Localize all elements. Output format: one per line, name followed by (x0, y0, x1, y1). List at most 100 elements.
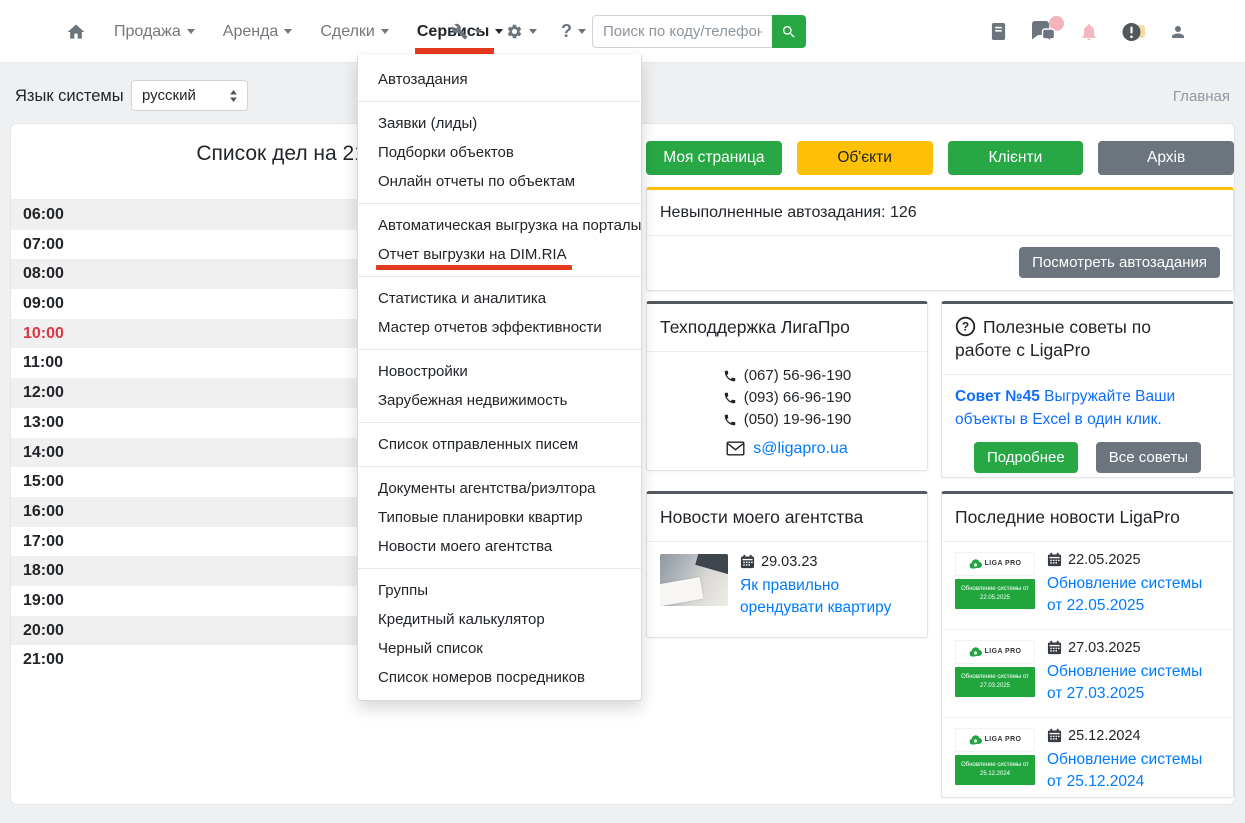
quick-button[interactable]: Об'єкти (797, 141, 933, 175)
services-menu-item[interactable]: Список номеров посредников (358, 663, 641, 692)
services-menu-item[interactable]: Черный список (358, 634, 641, 663)
news-date: 29.03.23 (761, 554, 817, 570)
language-select[interactable]: русский (131, 80, 248, 111)
nav-menu-item[interactable]: Аренда (223, 23, 293, 41)
language-label: Язык системы (15, 87, 124, 106)
news-date: 22.05.2025 (1068, 552, 1141, 568)
search-input[interactable] (592, 15, 772, 48)
caret-down-icon (284, 29, 292, 38)
notifications-button[interactable] (1079, 22, 1099, 42)
services-menu-item[interactable]: Заявки (лиды) (358, 109, 641, 138)
caret-down-icon (529, 29, 537, 38)
tips-title: ?Полезные советы по работе с LigaPro (942, 304, 1233, 375)
services-menu-item[interactable]: Статистика и аналитика (358, 284, 641, 313)
support-phone: (067) 56-96-190 (647, 365, 927, 387)
quick-buttons: Моя страница Об'єкти Клієнти Архів (646, 141, 1234, 175)
profile-button[interactable] (1169, 23, 1187, 41)
services-menu-item[interactable]: Мастер отчетов эффективности (358, 313, 641, 342)
view-autotasks-button[interactable]: Посмотреть автозадания (1019, 247, 1220, 278)
services-menu-item[interactable]: Группы (358, 576, 641, 605)
services-menu-item[interactable]: Новости моего агентства (358, 532, 641, 561)
services-menu-item[interactable]: Автозадания (358, 65, 641, 94)
nav-status-icons (990, 0, 1187, 63)
ligapro-news-panel: Последние новости LigaPro LIGA PRO Обнов… (941, 491, 1234, 798)
notebook-button[interactable] (990, 22, 1007, 41)
ligapro-news-items: LIGA PRO Обновление системы от22.05.2025… (942, 542, 1233, 798)
caret-down-icon (187, 29, 195, 38)
quick-button[interactable]: Моя страница (646, 141, 782, 175)
services-menu-item[interactable]: Список отправленных писем (358, 430, 641, 459)
tip-number: Совет №45 (955, 388, 1040, 405)
services-menu-item[interactable]: Новостройки (358, 357, 641, 386)
agency-news-title: Новости моего агентства (647, 494, 927, 542)
services-menu-item[interactable]: Подборки объектов (358, 138, 641, 167)
services-menu-item[interactable]: Отчет выгрузки на DIM.RIA (358, 240, 641, 269)
nav-menu-items: Продажа Аренда Сделки Сервисы (66, 0, 503, 63)
menu-divider (358, 568, 641, 569)
autotasks-header: Невыполненные автозадания: 126 (647, 190, 1233, 236)
help-menu-button[interactable]: ? (561, 21, 586, 42)
tip-text: Совет №45 Выгружайте Ваши объекты в Exce… (942, 375, 1233, 434)
news-link[interactable]: Як правильно орендувати квартиру (740, 575, 914, 620)
news-thumbnail[interactable]: LIGA PRO Обновление системы от25.12.2024 (955, 728, 1035, 794)
news-link[interactable]: Обновление системы от 27.03.2025 (1047, 661, 1220, 706)
right-column: Моя страница Об'єкти Клієнти Архів Невыполн… (646, 141, 1234, 798)
search-box (592, 15, 806, 48)
email-icon (726, 441, 745, 456)
support-panel: Техподдержка ЛигаПро (067) 56-96-190 (09… (646, 301, 928, 471)
menu-divider (358, 422, 641, 423)
news-link[interactable]: Обновление системы от 25.12.2024 (1047, 749, 1220, 794)
breadcrumb: Главная (1173, 88, 1230, 105)
support-email-link[interactable]: s@ligapro.ua (753, 440, 848, 458)
nav-menu-item[interactable]: Сделки (320, 23, 389, 41)
tools-menu-button[interactable] (451, 23, 482, 40)
agency-news-panel: Новости моего агентства 29.03.23 Як прав… (646, 491, 928, 638)
services-menu-item[interactable]: Документы агентства/риэлтора (358, 474, 641, 503)
home-button[interactable] (66, 22, 86, 42)
calendar-icon (1047, 728, 1062, 743)
nav-menu-item[interactable]: Продажа (114, 23, 195, 41)
caret-down-icon (578, 29, 586, 38)
news-thumbnail-caption: Обновление системы от25.12.2024 (955, 755, 1035, 785)
ligapro-logo-icon (969, 735, 982, 745)
news-thumbnail[interactable]: LIGA PRO Обновление системы от27.03.2025 (955, 640, 1035, 706)
phone-icon (723, 369, 737, 383)
help-icon: ? (561, 21, 572, 42)
services-menu-item[interactable]: Типовые планировки квартир (358, 503, 641, 532)
profile-icon (1169, 23, 1187, 41)
news-link[interactable]: Обновление системы от 22.05.2025 (1047, 573, 1220, 618)
nav-menu-item-label: Продажа (114, 23, 181, 41)
news-photo[interactable] (660, 554, 728, 606)
search-button[interactable] (772, 15, 806, 48)
menu-divider (358, 276, 641, 277)
services-menu-item[interactable]: Онлайн отчеты по объектам (358, 167, 641, 196)
news-thumbnail-caption: Обновление системы от27.03.2025 (955, 667, 1035, 697)
all-tips-button[interactable]: Все советы (1096, 442, 1201, 473)
phone-icon (723, 413, 737, 427)
news-item: LIGA PRO Обновление системы от27.03.2025… (942, 630, 1233, 718)
messages-button[interactable] (1030, 21, 1056, 43)
support-phone: (093) 66-96-190 (647, 387, 927, 409)
services-menu-item[interactable]: Кредитный калькулятор (358, 605, 641, 634)
services-menu-item[interactable]: Автоматическая выгрузка на порталы (358, 211, 641, 240)
autotasks-panel: Невыполненные автозадания: 126 Посмотрет… (646, 187, 1234, 291)
quick-button[interactable]: Архів (1098, 141, 1234, 175)
calendar-icon (740, 554, 755, 569)
services-menu-item[interactable]: Зарубежная недвижимость (358, 386, 641, 415)
ligapro-logo-text: LIGA PRO (985, 736, 1022, 743)
nav-tools: ? (451, 0, 586, 63)
search-icon (781, 24, 797, 40)
news-thumbnail[interactable]: LIGA PRO Обновление системы от22.05.2025 (955, 552, 1035, 618)
news-item: LIGA PRO Обновление системы от22.05.2025… (942, 542, 1233, 630)
alerts-icon (1122, 22, 1146, 42)
tips-panel: ?Полезные советы по работе с LigaPro Сов… (941, 301, 1234, 478)
select-updown-icon (229, 90, 238, 102)
quick-button[interactable]: Клієнти (948, 141, 1084, 175)
tip-more-button[interactable]: Подробнее (974, 442, 1078, 473)
caret-down-icon (474, 29, 482, 38)
settings-menu-button[interactable] (506, 23, 537, 40)
notifications-icon (1079, 22, 1099, 42)
alerts-button[interactable] (1122, 22, 1146, 42)
menu-divider (358, 101, 641, 102)
ligapro-logo-text: LIGA PRO (985, 560, 1022, 567)
